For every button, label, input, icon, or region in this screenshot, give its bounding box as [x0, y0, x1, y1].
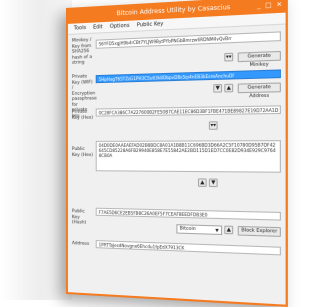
private-key-wif-input[interactable]: 5HpHagT65TZzG1PH3CSu63k8DbpvD8s5ip4nEB3k… [95, 69, 281, 84]
minikey-input[interactable]: S6YFD5xgjH9b4rCBt7YLJW9BytPYbPNGbBmrzw6R… [95, 31, 281, 49]
generate-minikey-button[interactable]: Generate Minikey [237, 50, 281, 68]
private-key-hex-label: Private Key (Hex) [71, 109, 94, 121]
background-shadow [0, 0, 72, 300]
arrow-down-icon: ▼ [215, 85, 220, 92]
minikey-label: Minikey / Key from SHA256 hash of a stri… [71, 37, 92, 66]
pubkey-up-button[interactable]: ▲ [197, 178, 207, 187]
menu-edit[interactable]: Edit [93, 22, 103, 33]
address-type-select[interactable]: Bitcoin ▼ [176, 224, 223, 236]
arrow-up-icon: ▲ [200, 179, 205, 186]
address-label: Address [71, 241, 90, 247]
double-down-icon: ▾▾ [210, 122, 217, 129]
menu-options[interactable]: Options [110, 21, 130, 32]
public-key-hash-input[interactable]: F7AE5D6CE2EB5FB8C26A0EF5F7CEAF8EEDFDB3E0 [95, 207, 281, 221]
window-controls: _ □ ✕ [257, 0, 282, 14]
window-title: Bitcoin Address Utility by Casascius [116, 3, 231, 18]
arrow-down-icon: ▼ [211, 179, 216, 187]
wif-up-button[interactable]: ▲ [224, 83, 234, 93]
public-key-hash-label: Public Key (Hash) [71, 209, 87, 226]
app-window: Bitcoin Address Utility by Casascius _ □… [66, 0, 288, 307]
address-type-value: Bitcoin [179, 226, 196, 233]
address-input[interactable]: 1PRTTaJesdNovgne6Ehcdu1fpEdX7913CK [95, 240, 281, 256]
close-button[interactable]: ✕ [276, 0, 282, 13]
private-key-hex-input[interactable]: 0C28FCA386C7A227600B2FE50B7CAE11EC86D3BF… [95, 105, 281, 117]
block-explorer-button[interactable]: Block Explorer [237, 225, 281, 237]
hash-up-button[interactable]: ▲ [224, 225, 234, 235]
arrow-up-icon: ▲ [226, 226, 231, 234]
pubkey-down-button[interactable]: ▼ [208, 178, 218, 188]
double-down-icon: ▾▾ [225, 53, 232, 61]
menu-tools[interactable]: Tools [74, 23, 86, 34]
wif-down-button[interactable]: ▼ [213, 83, 223, 93]
arrow-up-icon: ▲ [226, 84, 231, 92]
minimize-button[interactable]: _ [257, 0, 260, 14]
public-key-hex-label: Public Key (Hex) [71, 146, 94, 158]
public-key-hex-input[interactable]: 04D0DE0AAEAEFAD02B8BDC8A01A1B8B11C696BD3… [95, 140, 281, 173]
generate-address-button[interactable]: Generate Address [237, 82, 281, 99]
hex-down-button[interactable]: ▾▾ [208, 121, 218, 130]
menu-public-key[interactable]: Public Key [137, 19, 164, 31]
maximize-button[interactable]: □ [265, 0, 272, 14]
chevron-down-icon: ▼ [215, 227, 219, 233]
minikey-down-button[interactable]: ▾▾ [224, 52, 234, 62]
